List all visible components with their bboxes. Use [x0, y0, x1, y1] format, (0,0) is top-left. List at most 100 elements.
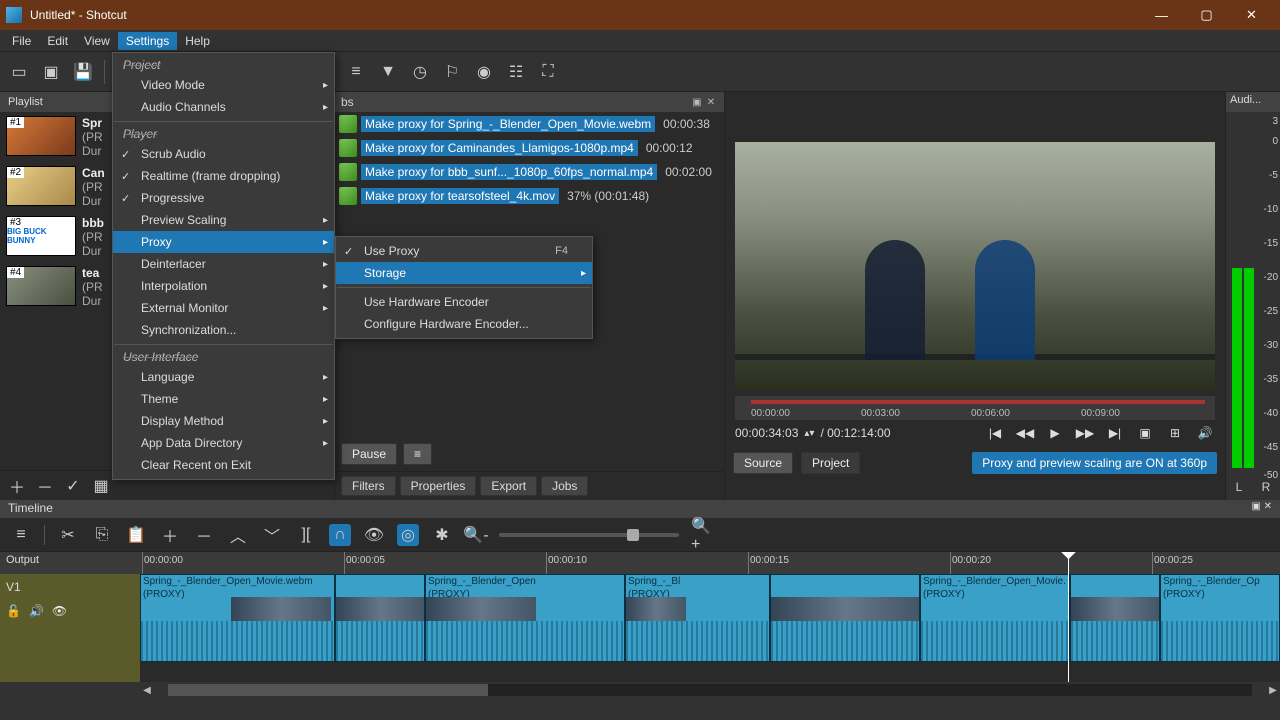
tl-menu-icon[interactable]: ≡ [10, 524, 32, 546]
mi-external-monitor[interactable]: External Monitor▸ [113, 297, 334, 319]
stack-icon[interactable]: ☷ [505, 61, 527, 83]
playlist-add-icon[interactable]: ＋ [6, 475, 28, 497]
playlist-view-icon[interactable]: ▦ [90, 475, 112, 497]
mi-proxy[interactable]: Proxy▸ [113, 231, 334, 253]
source-button[interactable]: Source [733, 452, 793, 474]
mi-interpolation[interactable]: Interpolation▸ [113, 275, 334, 297]
jobs-menu-button[interactable]: ≡ [403, 443, 432, 465]
timecode-current[interactable]: 00:00:34:03 [735, 426, 798, 440]
play-icon[interactable]: ▶ [1045, 426, 1065, 440]
proxy-status-pill[interactable]: Proxy and preview scaling are ON at 360p [972, 452, 1217, 474]
mi-scrub-audio[interactable]: ✓Scrub Audio [113, 143, 334, 165]
filters-icon[interactable]: ▼ [377, 61, 399, 83]
toolbar-list-icon[interactable]: ≡ [345, 61, 367, 83]
remove-icon[interactable]: － [193, 524, 215, 546]
skip-start-icon[interactable]: |◀ [985, 426, 1005, 440]
timeline-clip[interactable]: Spring_-_Bl(PROXY) [625, 574, 770, 662]
mi-video-mode[interactable]: Video Mode▸ [113, 74, 334, 96]
copy-icon[interactable]: ⎘ [91, 524, 113, 546]
open-other-icon[interactable]: ▣ [40, 61, 62, 83]
skip-end-icon[interactable]: ▶| [1105, 426, 1125, 440]
mi-synchronization[interactable]: Synchronization... [113, 319, 334, 341]
paste-icon[interactable]: 📋 [125, 524, 147, 546]
timeline-popout-icon[interactable]: ▣ ✕ [1251, 501, 1272, 517]
timeline-clip[interactable] [770, 574, 920, 662]
marker-icon[interactable]: ⚐ [441, 61, 463, 83]
mi-storage[interactable]: Storage▸ [336, 262, 592, 284]
mi-theme[interactable]: Theme▸ [113, 388, 334, 410]
timeline-scrollbar[interactable]: ◀▶ [0, 682, 1280, 698]
timer-icon[interactable]: ◷ [409, 61, 431, 83]
mi-deinterlacer[interactable]: Deinterlacer▸ [113, 253, 334, 275]
lock-icon[interactable]: 🔓 [6, 604, 21, 618]
zoom-in-icon[interactable]: 🔍+ [691, 524, 713, 546]
output-row[interactable]: Output [0, 552, 140, 574]
mi-conf-hw-encoder[interactable]: Configure Hardware Encoder... [336, 313, 592, 335]
lift-icon[interactable]: ︿ [227, 524, 249, 546]
timeline-clip[interactable]: Spring_-_Blender_Open_Movie.(PROXY) [920, 574, 1070, 662]
append-icon[interactable]: ＋ [159, 524, 181, 546]
timeline-clip[interactable]: Spring_-_Blender_Open_Movie.webm(PROXY) [140, 574, 335, 662]
clips-area[interactable]: Spring_-_Blender_Open_Movie.webm(PROXY) S… [140, 574, 1280, 670]
jobs-popout-icon[interactable]: ▣ [690, 97, 704, 108]
menu-help[interactable]: Help [177, 32, 218, 50]
mi-display-method[interactable]: Display Method▸ [113, 410, 334, 432]
mi-app-data[interactable]: App Data Directory▸ [113, 432, 334, 454]
job-row[interactable]: Make proxy for bbb_sunf..._1080p_60fps_n… [335, 160, 724, 184]
save-icon[interactable]: 💾 [72, 61, 94, 83]
maximize-button[interactable]: ▢ [1184, 0, 1229, 30]
menu-edit[interactable]: Edit [39, 32, 76, 50]
mi-realtime[interactable]: ✓Realtime (frame dropping) [113, 165, 334, 187]
tab-jobs[interactable]: Jobs [541, 476, 588, 496]
timeline-ruler[interactable]: 00:00:00 00:00:05 00:00:10 00:00:15 00:0… [140, 552, 1280, 574]
ripple-all-icon[interactable]: ✱ [431, 524, 453, 546]
menu-file[interactable]: File [4, 32, 39, 50]
playlist-check-icon[interactable]: ✓ [62, 475, 84, 497]
video-preview[interactable] [735, 142, 1215, 390]
record-icon[interactable]: ◉ [473, 61, 495, 83]
forward-icon[interactable]: ▶▶ [1075, 426, 1095, 440]
minimize-button[interactable]: — [1139, 0, 1184, 30]
overwrite-icon[interactable]: ﹀ [261, 524, 283, 546]
split-icon[interactable]: ][ [295, 524, 317, 546]
pause-button[interactable]: Pause [341, 443, 397, 465]
tab-properties[interactable]: Properties [400, 476, 477, 496]
timeline-clip[interactable]: Spring_-_Blender_Open(PROXY) [425, 574, 625, 662]
tab-export[interactable]: Export [480, 476, 537, 496]
job-row[interactable]: Make proxy for Spring_-_Blender_Open_Mov… [335, 112, 724, 136]
mute-icon[interactable]: 🔊 [29, 604, 44, 618]
cut-icon[interactable]: ✂ [57, 524, 79, 546]
preview-scrubber[interactable]: 00:00:00 00:03:00 00:06:00 00:09:00 [735, 396, 1215, 420]
close-button[interactable]: ✕ [1229, 0, 1274, 30]
mi-progressive[interactable]: ✓Progressive [113, 187, 334, 209]
volume-icon[interactable]: 🔊 [1195, 426, 1215, 440]
open-file-icon[interactable]: ▭ [8, 61, 30, 83]
timeline-clip[interactable]: Spring_-_Blender_Op(PROXY) [1160, 574, 1280, 662]
tab-filters[interactable]: Filters [341, 476, 396, 496]
zoom-icon[interactable]: ▣ [1135, 426, 1155, 440]
menu-view[interactable]: View [76, 32, 118, 50]
timeline-clip[interactable] [335, 574, 425, 662]
fullscreen-icon[interactable]: ⛶ [537, 61, 559, 83]
rewind-icon[interactable]: ◀◀ [1015, 426, 1035, 440]
mi-clear-recent[interactable]: Clear Recent on Exit [113, 454, 334, 476]
mi-use-proxy[interactable]: ✓Use ProxyF4 [336, 240, 592, 262]
scrub-icon[interactable]: 👁 [363, 524, 385, 546]
menu-settings[interactable]: Settings [118, 32, 177, 50]
mi-audio-channels[interactable]: Audio Channels▸ [113, 96, 334, 118]
mi-preview-scaling[interactable]: Preview Scaling▸ [113, 209, 334, 231]
playhead[interactable] [1068, 552, 1069, 682]
playlist-remove-icon[interactable]: － [34, 475, 56, 497]
track-header[interactable]: V1 🔓 🔊 👁 [0, 574, 140, 682]
zoom-out-icon[interactable]: 🔍- [465, 524, 487, 546]
job-row[interactable]: Make proxy for Caminandes_Llamigos-1080p… [335, 136, 724, 160]
snap-icon[interactable]: ∩ [329, 524, 351, 546]
mi-use-hw-encoder[interactable]: Use Hardware Encoder [336, 291, 592, 313]
hide-icon[interactable]: 👁 [52, 604, 67, 618]
zoom-slider[interactable] [499, 533, 679, 537]
grid-icon[interactable]: ⊞ [1165, 426, 1185, 440]
job-row[interactable]: Make proxy for tearsofsteel_4k.mov37% (0… [335, 184, 724, 208]
mi-language[interactable]: Language▸ [113, 366, 334, 388]
jobs-close-icon[interactable]: ✕ [704, 97, 718, 108]
timeline-clip[interactable] [1070, 574, 1160, 662]
